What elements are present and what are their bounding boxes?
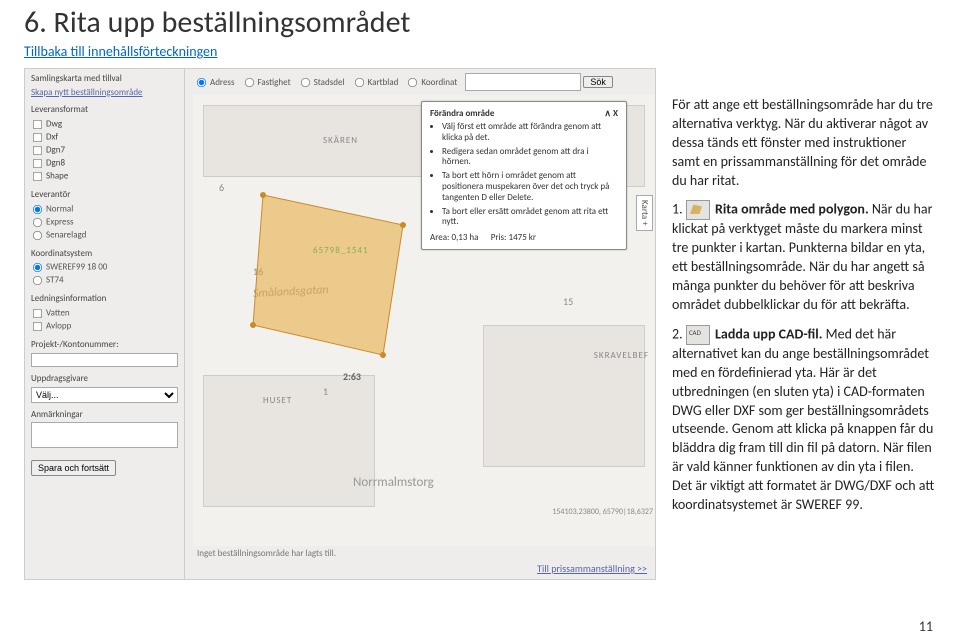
- map-num-6: 6: [219, 181, 224, 194]
- lbl-dxf: Dxf: [46, 132, 58, 143]
- chk-shape[interactable]: [33, 172, 42, 181]
- radio-adress[interactable]: [197, 78, 206, 87]
- map-label-skaren: SKÄREN: [323, 135, 358, 146]
- status-bar: Inget beställningsområde har lagts till.: [193, 546, 655, 561]
- intro-text: För att ange ett beställningsområde har …: [672, 96, 935, 190]
- app-screenshot: Samlingskarta med tillval Skapa nytt bes…: [24, 68, 656, 580]
- lbl-stadsdel: Stadsdel: [314, 77, 345, 88]
- side-title: Samlingskarta med tillval: [31, 73, 178, 85]
- radio-koordinat[interactable]: [408, 78, 417, 87]
- projekt-title: Projekt-/Kontonummer:: [31, 339, 178, 351]
- cad-tool-icon: [686, 325, 710, 345]
- uppdrag-title: Uppdragsgivare: [31, 373, 178, 385]
- map-canvas[interactable]: SKÄREN SKRAVELBEF HUSET Smålandsgatan No…: [193, 95, 655, 549]
- lbl-dgn8: Dgn8: [46, 158, 65, 169]
- radio-normal[interactable]: [33, 205, 42, 214]
- chk-dwg[interactable]: [33, 120, 42, 129]
- step2-body: Med det här alternativet kan du ange bes…: [672, 325, 934, 513]
- lbl-sweref: SWEREF99 18 00: [46, 262, 107, 273]
- footer-price-link[interactable]: Till prissammanställning >>: [537, 562, 647, 575]
- lbl-vatten: Vatten: [46, 308, 70, 319]
- step1-title: Rita område med polygon.: [715, 201, 869, 218]
- overlay-bullet: Ta bort ett hörn i området genom att pos…: [442, 171, 618, 203]
- overlay-area: Area: 0,13 ha: [430, 232, 478, 243]
- projekt-input[interactable]: [31, 353, 178, 367]
- step2-number: 2.: [672, 325, 683, 342]
- koord-title: Koordinatsystem: [31, 248, 178, 260]
- page-title: 6. Rita upp beställningsområdet: [24, 4, 935, 41]
- radio-stadsdel[interactable]: [301, 78, 310, 87]
- drawn-polygon[interactable]: [243, 185, 443, 385]
- search-input[interactable]: [465, 73, 581, 91]
- leverantor-title: Leverantör: [31, 189, 178, 201]
- save-continue-button[interactable]: Spara och fortsätt: [31, 460, 116, 476]
- lbl-st74: ST74: [46, 275, 64, 286]
- polygon-tool-icon: [686, 200, 710, 220]
- lbl-koordinat: Koordinat: [421, 77, 457, 88]
- overlay-bullet: Välj först ett område att förändra genom…: [442, 122, 618, 144]
- uppdrag-select[interactable]: Välj...: [31, 387, 178, 403]
- radio-st74[interactable]: [33, 276, 42, 285]
- overlay-title: Förändra område: [430, 108, 494, 119]
- lbl-normal: Normal: [46, 203, 73, 214]
- map-coord: 154103,23800, 65790|18,6327: [552, 507, 653, 517]
- lbl-adress: Adress: [210, 77, 234, 88]
- search-type-row: Adress Fastighet Stadsdel Kartblad Koord…: [195, 73, 613, 91]
- anmark-title: Anmärkningar: [31, 409, 178, 421]
- radio-sweref[interactable]: [33, 263, 42, 272]
- lbl-express: Express: [46, 216, 74, 227]
- map-norrmalm: Norrmalmstorg: [353, 475, 434, 490]
- side-panel: Samlingskarta med tillval Skapa nytt bes…: [25, 69, 185, 579]
- lbl-fastighet: Fastighet: [258, 77, 291, 88]
- radio-senare[interactable]: [33, 231, 42, 240]
- step1-number: 1.: [672, 201, 683, 218]
- chk-vatten[interactable]: [33, 309, 42, 318]
- radio-kartblad[interactable]: [354, 78, 363, 87]
- chk-dgn7[interactable]: [33, 146, 42, 155]
- step2-title: Ladda upp CAD-fil.: [715, 325, 822, 342]
- lbl-kartblad: Kartblad: [368, 77, 399, 88]
- map-label-huset: HUSET: [263, 395, 292, 406]
- radio-fastighet[interactable]: [244, 78, 253, 87]
- lbl-dwg: Dwg: [46, 119, 62, 130]
- lbl-dgn7: Dgn7: [46, 145, 65, 156]
- map-num-15: 15: [563, 295, 573, 308]
- page-number: 11: [919, 618, 933, 635]
- lbl-senare: Senarelagd: [46, 229, 86, 240]
- format-title: Leveransformat: [31, 104, 178, 116]
- overlay-bullet: Redigera sedan området genom att dra i h…: [442, 147, 618, 169]
- map-num-1: 1: [323, 385, 328, 398]
- lbl-shape: Shape: [46, 171, 68, 182]
- radio-express[interactable]: [33, 218, 42, 227]
- anmark-textarea[interactable]: [31, 422, 178, 448]
- overlay-price: Pris: 1475 kr: [491, 232, 536, 243]
- lbl-avlopp: Avlopp: [46, 321, 71, 332]
- chk-dxf[interactable]: [33, 133, 42, 142]
- ledning-title: Ledningsinformation: [31, 293, 178, 305]
- karta-tab[interactable]: Karta +: [636, 195, 653, 231]
- edit-area-overlay: Förändra område ∧ X Välj först ett områd…: [421, 101, 627, 250]
- chk-dgn8[interactable]: [33, 159, 42, 168]
- overlay-close-icon[interactable]: ∧ X: [604, 108, 618, 119]
- toc-back-link[interactable]: Tillbaka till innehållsförteckningen: [24, 43, 935, 60]
- search-button[interactable]: Sök: [583, 76, 613, 88]
- chk-avlopp[interactable]: [33, 322, 42, 331]
- map-label-skravelber: SKRAVELBEF: [594, 350, 649, 361]
- instructions-column: För att ange ett beställningsområde har …: [672, 68, 935, 639]
- overlay-bullet: Ta bort eller ersätt området genom att r…: [442, 207, 618, 229]
- side-new-area-link[interactable]: Skapa nytt beställningsområde: [31, 87, 178, 99]
